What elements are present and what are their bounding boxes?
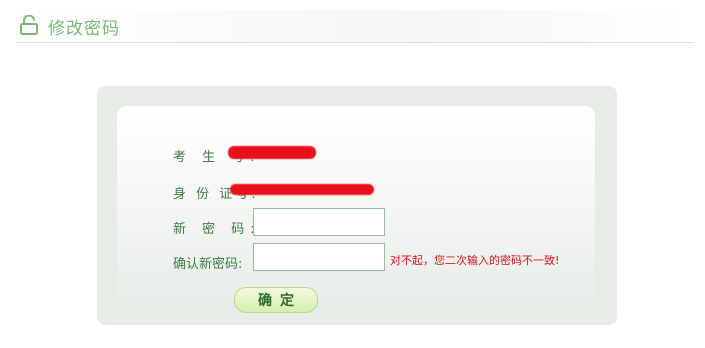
confirm-button[interactable]: 确定 bbox=[234, 287, 318, 313]
page-header: 修改密码 bbox=[16, 10, 694, 43]
form-area: 考 生 号: 身 份 证号: 新 密 码: 确认新密码: 对不起，您二次输入的密… bbox=[117, 106, 595, 316]
confirm-password-label: 确认新密码: bbox=[173, 257, 243, 272]
id-number-redaction bbox=[230, 184, 374, 195]
password-mismatch-error: 对不起，您二次输入的密码不一致! bbox=[390, 254, 560, 267]
exam-number-redaction bbox=[228, 146, 316, 159]
change-password-panel: 考 生 号: 身 份 证号: 新 密 码: 确认新密码: 对不起，您二次输入的密… bbox=[97, 86, 617, 325]
new-password-field[interactable] bbox=[253, 208, 385, 236]
lock-icon bbox=[20, 15, 38, 35]
new-password-label: 新 密 码: bbox=[173, 222, 261, 237]
page-title: 修改密码 bbox=[48, 19, 120, 39]
confirm-password-field[interactable] bbox=[253, 243, 385, 271]
